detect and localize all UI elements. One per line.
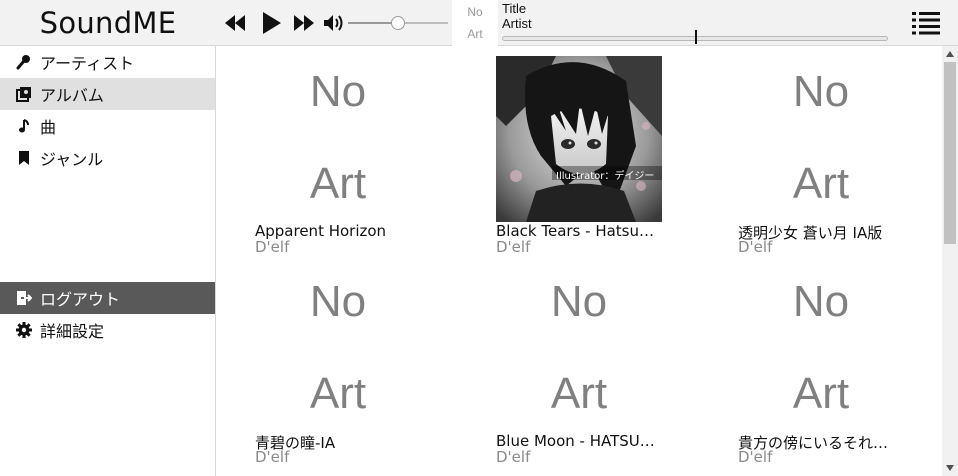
fast-forward-icon — [294, 15, 314, 31]
volume-button[interactable] — [322, 10, 346, 36]
content-scrollbar[interactable] — [942, 46, 958, 476]
scrollbar-thumb[interactable] — [944, 62, 956, 244]
no-art-line2: Art — [792, 369, 850, 418]
list-menu-icon — [912, 12, 940, 35]
no-art-placeholder: No Art — [496, 266, 662, 432]
album-artist: D'elf — [255, 448, 290, 466]
triangle-up-icon — [946, 51, 954, 57]
play-icon — [263, 12, 281, 34]
no-art-line1: No — [309, 277, 367, 326]
seek-bar[interactable] — [502, 30, 888, 44]
logout-icon — [16, 290, 32, 306]
sidebar: アーティスト アルバム 曲 ジャンル ログアウト 詳細設定 — [0, 46, 216, 476]
album-card[interactable]: No Art Apparent Horizon D'elf — [255, 46, 455, 257]
scroll-up-arrow[interactable] — [942, 46, 958, 62]
album-cover: Illustrator：デイジー — [496, 56, 662, 222]
settings-label: 詳細設定 — [40, 322, 105, 341]
music-note-icon — [16, 118, 32, 134]
volume-slider[interactable] — [348, 11, 448, 35]
album-artist: D'elf — [496, 448, 531, 466]
no-art-line1: No — [792, 277, 850, 326]
album-grid: No Art Apparent Horizon D'elf Illustrato… — [216, 46, 942, 476]
settings-button[interactable]: 詳細設定 — [0, 314, 215, 346]
speaker-icon — [324, 15, 343, 31]
now-playing-art: No Art — [452, 0, 498, 46]
no-art-line2: Art — [309, 369, 367, 418]
next-button[interactable] — [291, 10, 317, 36]
album-cover-caption: Illustrator：デイジー — [556, 171, 655, 182]
logout-button[interactable]: ログアウト — [0, 282, 215, 314]
rewind-icon — [225, 15, 245, 31]
album-artist: D'elf — [738, 448, 773, 466]
previous-button[interactable] — [222, 10, 248, 36]
bookmark-icon — [16, 150, 32, 166]
sidebar-item-label: ジャンル — [40, 150, 104, 169]
sidebar-item-albums[interactable]: アルバム — [0, 78, 215, 110]
album-card[interactable]: No Art 貴方の傍にいるそれだけで D'elf — [738, 256, 938, 476]
player-header: SoundME No Art Title Artist — [0, 0, 958, 46]
no-art-line2: Art — [309, 159, 367, 208]
app-logo: SoundME — [39, 6, 177, 40]
logout-label: ログアウト — [40, 290, 121, 309]
album-artist: D'elf — [496, 238, 531, 256]
sidebar-item-genres[interactable]: ジャンル — [0, 142, 215, 174]
album-card[interactable]: No Art 透明少女 蒼い月 IA版 D'elf — [738, 46, 938, 257]
scroll-down-arrow[interactable] — [942, 460, 958, 476]
queue-menu-button[interactable] — [908, 6, 944, 40]
play-button[interactable] — [258, 10, 284, 36]
no-art-line1: No — [309, 67, 367, 116]
seek-thumb[interactable] — [695, 30, 697, 44]
no-art-placeholder: No Art — [738, 266, 904, 432]
no-art-placeholder: No Art — [255, 56, 421, 222]
album-artist: D'elf — [255, 238, 290, 256]
now-playing-title: Title — [502, 1, 527, 16]
triangle-down-icon — [946, 465, 954, 471]
no-art-line2: Art — [550, 369, 608, 418]
album-artist: D'elf — [738, 238, 773, 256]
now-playing-art-line2: Art — [467, 27, 483, 41]
sidebar-item-label: アルバム — [40, 86, 104, 105]
sidebar-item-songs[interactable]: 曲 — [0, 110, 215, 142]
no-art-line2: Art — [792, 159, 850, 208]
sidebar-item-label: アーティスト — [40, 54, 135, 73]
gear-icon — [16, 322, 32, 338]
album-card[interactable]: Illustrator：デイジー Black Tears - Hatsune M… — [496, 46, 696, 256]
album-icon — [16, 86, 32, 102]
now-playing-artist: Artist — [502, 16, 532, 31]
album-cover-illustration — [496, 56, 662, 222]
album-card[interactable]: No Art 青碧の瞳-IA D'elf — [255, 256, 455, 476]
sidebar-item-artists[interactable]: アーティスト — [0, 46, 215, 78]
no-art-line1: No — [792, 67, 850, 116]
volume-thumb[interactable] — [391, 16, 405, 30]
no-art-line1: No — [550, 277, 608, 326]
microphone-icon — [16, 54, 32, 70]
now-playing-art-line1: No — [467, 5, 483, 19]
album-card[interactable]: No Art Blue Moon - HATSUNE MIKU D'elf — [496, 256, 696, 476]
no-art-placeholder: No Art — [738, 56, 904, 222]
sidebar-item-label: 曲 — [40, 118, 57, 137]
no-art-placeholder: No Art — [255, 266, 421, 432]
